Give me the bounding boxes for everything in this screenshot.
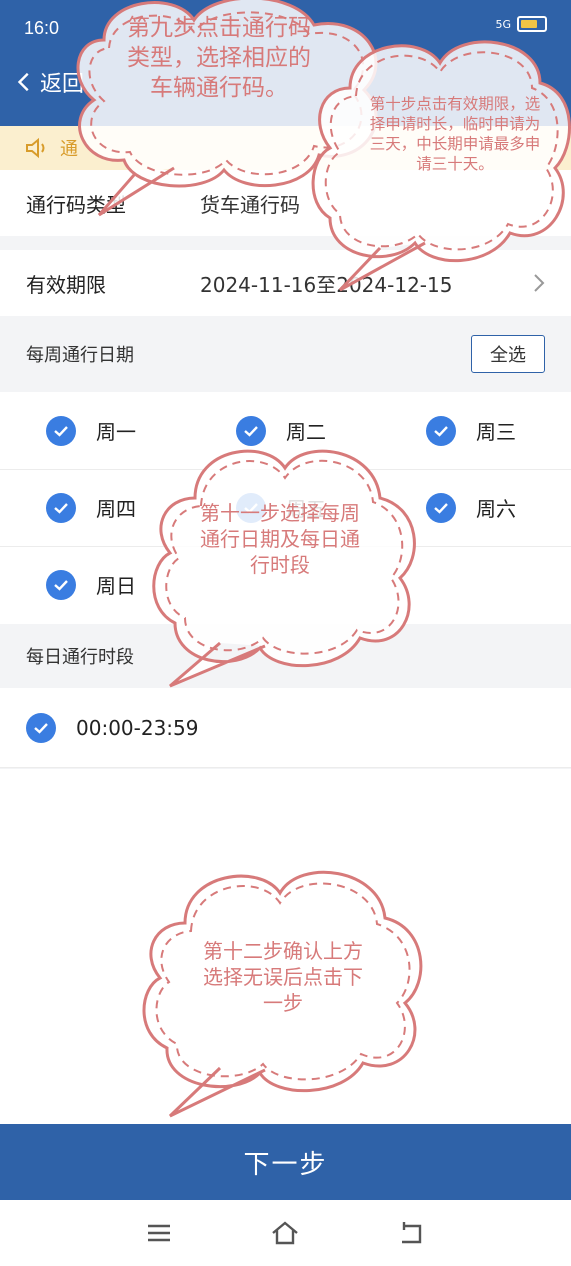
chevron-left-icon (17, 72, 29, 92)
day-option-wed[interactable]: 周三 (426, 392, 516, 469)
annotation-text-step12: 第十二步确认上方选择无误后点击下一步 (203, 939, 363, 1015)
weekly-section-header: 每周通行日期 全选 (0, 316, 571, 392)
time-slot-label: 00:00-23:59 (76, 715, 199, 740)
day-option-sat[interactable]: 周六 (426, 469, 516, 546)
day-label: 周一 (96, 420, 136, 444)
day-label: 周三 (476, 420, 516, 444)
day-label: 周日 (96, 574, 136, 598)
day-option-sun[interactable]: 周日 (46, 546, 136, 623)
menu-icon[interactable] (144, 1218, 174, 1248)
weekly-title: 每周通行日期 (26, 345, 134, 366)
select-all-button[interactable]: 全选 (471, 335, 545, 373)
system-nav-bar (0, 1200, 571, 1266)
day-option-thu[interactable]: 周四 (46, 469, 136, 546)
daily-title: 每日通行时段 (26, 647, 134, 668)
checked-icon (26, 712, 56, 743)
annotation-text-step10: 第十步点击有效期限，选择申请时长，临时申请为三天，中长期申请最多申请三十天。 (369, 95, 541, 174)
time-slot-option[interactable]: 00:00-23:59 (0, 688, 571, 768)
checked-icon (46, 492, 76, 523)
day-option-mon[interactable]: 周一 (46, 392, 136, 469)
status-time: 16:0 (24, 18, 60, 38)
checked-icon (46, 415, 76, 446)
checked-icon (46, 569, 76, 600)
annotation-text-step11: 第十一步选择每周通行日期及每日通行时段 (200, 501, 360, 577)
checked-icon (426, 415, 456, 446)
next-step-button[interactable]: 下一步 (0, 1124, 571, 1200)
home-icon[interactable] (270, 1218, 300, 1248)
validity-period-label: 有效期限 (26, 272, 106, 297)
annotation-text-step9: 第九步点击通行码类型，选择相应的车辆通行码。 (127, 15, 311, 101)
speaker-icon (26, 137, 45, 159)
back-nav-icon[interactable] (396, 1218, 426, 1248)
day-label: 周四 (96, 497, 136, 521)
checked-icon (426, 492, 456, 523)
day-label: 周六 (476, 497, 516, 521)
